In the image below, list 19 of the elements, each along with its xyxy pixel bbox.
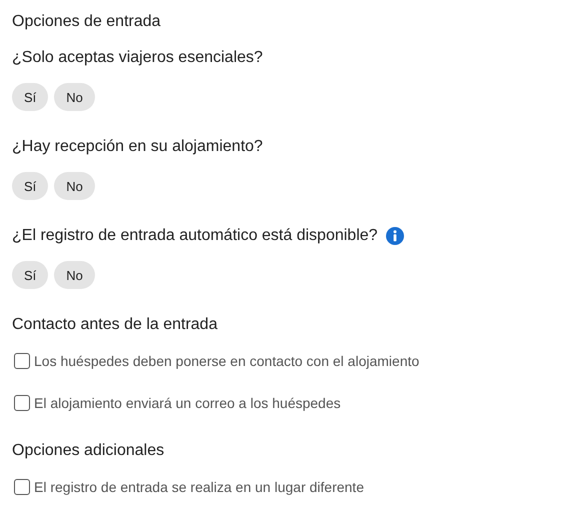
question-label: ¿Hay recepción en su alojamiento?: [12, 137, 263, 157]
question-label: ¿El registro de entrada automático está disponible?: [12, 226, 378, 246]
checkbox[interactable]: [14, 353, 30, 369]
section-heading: Contacto antes de la entrada: [12, 315, 218, 335]
checkbox-label: El alojamiento enviará un correo a los huéspedes: [34, 395, 341, 411]
section-heading: Opciones de entrada: [12, 12, 162, 32]
checkbox[interactable]: [14, 395, 30, 411]
question-label: ¿Solo aceptas viajeros esenciales?: [12, 48, 263, 68]
choice-button[interactable]: Sí: [12, 261, 48, 289]
checkbox[interactable]: [14, 479, 30, 495]
choice-button[interactable]: Sí: [12, 172, 48, 200]
choice-button[interactable]: No: [54, 172, 95, 200]
checkbox-label: El registro de entrada se realiza en un lugar diferente: [34, 479, 364, 495]
section-heading: Opciones adicionales: [12, 441, 166, 461]
choice-button[interactable]: No: [54, 261, 95, 289]
choice-button[interactable]: No: [54, 83, 95, 111]
choice-button[interactable]: Sí: [12, 83, 48, 111]
info-icon[interactable]: [386, 227, 404, 245]
checkbox-label: Los huéspedes deben ponerse en contacto con el alojamiento: [34, 353, 420, 369]
